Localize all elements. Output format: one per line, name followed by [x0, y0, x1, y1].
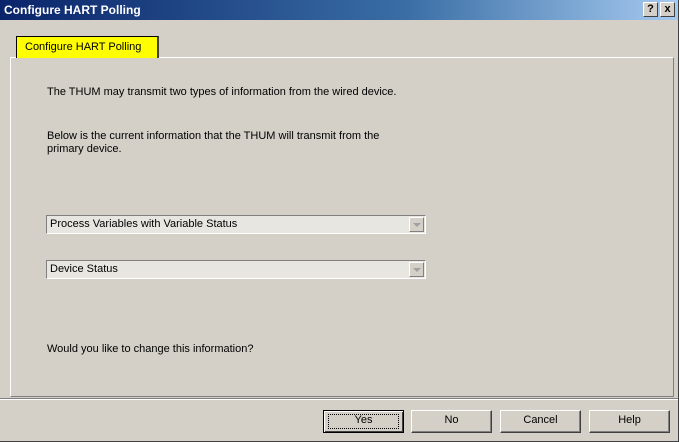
yes-button[interactable]: Yes	[323, 410, 404, 433]
help-icon[interactable]: ?	[643, 2, 658, 17]
combo-value: Device Status	[50, 263, 118, 275]
intro-text: The THUM may transmit two types of infor…	[47, 86, 397, 98]
footer-divider	[0, 398, 678, 400]
tab-configure-hart-polling[interactable]: Configure HART Polling	[16, 36, 159, 58]
close-icon[interactable]: x	[660, 2, 675, 17]
change-question-text: Would you like to change this informatio…	[47, 343, 254, 355]
chevron-down-icon	[409, 217, 424, 232]
current-info-text: Below is the current information that th…	[47, 130, 380, 155]
title-bar[interactable]: Configure HART Polling ? x	[0, 0, 678, 20]
dialog-window: Configure HART Polling ? x Configure HAR…	[0, 0, 679, 442]
device-status-combo: Device Status	[46, 260, 426, 279]
help-button[interactable]: Help	[589, 410, 670, 433]
tab-label: Configure HART Polling	[25, 41, 142, 53]
no-button[interactable]: No	[411, 410, 492, 433]
window-title: Configure HART Polling	[4, 3, 141, 17]
chevron-down-icon	[409, 262, 424, 277]
focus-rect	[328, 414, 399, 429]
process-variables-combo: Process Variables with Variable Status	[46, 215, 426, 234]
cancel-button[interactable]: Cancel	[500, 410, 581, 433]
combo-value: Process Variables with Variable Status	[50, 218, 238, 230]
